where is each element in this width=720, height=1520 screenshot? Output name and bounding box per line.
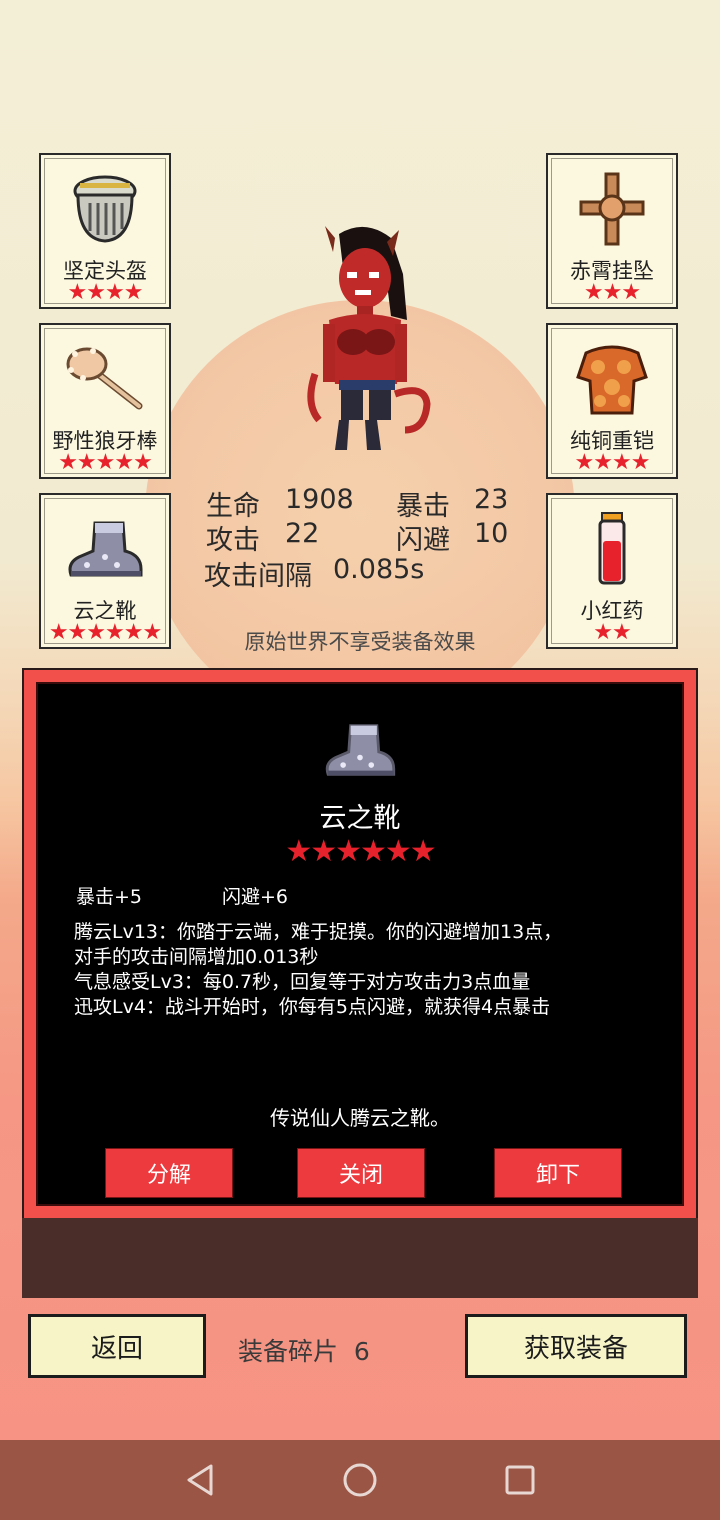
item-legend: 传说仙人腾云之靴。	[270, 1106, 450, 1130]
stat-atk-label: 攻击	[206, 525, 260, 556]
stat-interval-label: 攻击间隔	[204, 561, 312, 592]
slot-helmet[interactable]: 坚定头盔 ★★★★	[39, 153, 171, 309]
boots-icon	[41, 509, 169, 589]
get-equipment-button[interactable]: 获取装备	[465, 1314, 687, 1378]
fragments-counter: 装备碎片 6	[238, 1332, 370, 1368]
item-attr-dodge: 闪避+6	[222, 886, 289, 908]
helmet-icon	[41, 169, 169, 249]
desc-line: 腾云Lv13：你踏于云端，难于捉摸。你的闪避增加13点，	[74, 921, 563, 943]
world-note: 原始世界不享受装备效果	[244, 630, 476, 654]
stat-dodge-value: 10	[474, 518, 509, 549]
character-sprite	[295, 224, 435, 456]
stat-interval-value: 0.085s	[333, 554, 425, 585]
fragments-value: 6	[353, 1337, 370, 1366]
item-name: 云之靴	[319, 803, 401, 834]
desc-line: 气息感受Lv3：每0.7秒，回复等于对方攻击力3点血量	[74, 971, 531, 993]
slot-pendant[interactable]: 赤霄挂坠 ★★★	[546, 153, 678, 309]
potion-icon	[548, 509, 676, 589]
item-attr-crit: 暴击+5	[76, 886, 143, 908]
armor-icon	[548, 339, 676, 419]
stat-dodge-label: 闪避	[396, 525, 450, 556]
boots-icon	[38, 720, 682, 780]
recents-nav-icon[interactable]	[500, 1460, 540, 1500]
item-stars: ★★★★★★	[285, 834, 436, 869]
item-description: 腾云Lv13：你踏于云端，难于捉摸。你的闪避增加13点， 对手的攻击间隔增加0.…	[74, 920, 652, 1020]
stat-hp-value: 1908	[285, 484, 354, 515]
slot-stars: ★★★★	[574, 450, 651, 475]
slot-armor[interactable]: 纯铜重铠 ★★★★	[546, 323, 678, 479]
slot-weapon[interactable]: 野性狼牙棒 ★★★★★	[39, 323, 171, 479]
slot-stars: ★★★★	[67, 280, 144, 305]
home-nav-icon[interactable]	[340, 1460, 380, 1500]
slot-stars: ★★★★★	[58, 450, 153, 475]
back-button[interactable]: 返回	[28, 1314, 206, 1378]
slot-stars: ★★★	[583, 280, 641, 305]
back-nav-icon[interactable]	[180, 1460, 220, 1500]
desc-line: 对手的攻击间隔增加0.013秒	[74, 946, 319, 968]
decompose-button[interactable]: 分解	[105, 1148, 233, 1198]
mace-icon	[41, 339, 169, 419]
panel-base	[22, 1218, 698, 1298]
close-button[interactable]: 关闭	[297, 1148, 425, 1198]
system-nav-bar	[0, 1440, 720, 1520]
pendant-icon	[548, 169, 676, 249]
item-detail-panel: 云之靴 ★★★★★★ 暴击+5 闪避+6 腾云Lv13：你踏于云端，难于捉摸。你…	[22, 668, 698, 1220]
desc-line: 迅攻Lv4：战斗开始时，你每有5点闪避，就获得4点暴击	[74, 996, 551, 1018]
stat-crit-value: 23	[474, 484, 509, 515]
stat-atk-value: 22	[285, 518, 320, 549]
unequip-button[interactable]: 卸下	[494, 1148, 622, 1198]
fragments-label: 装备碎片	[238, 1337, 339, 1366]
